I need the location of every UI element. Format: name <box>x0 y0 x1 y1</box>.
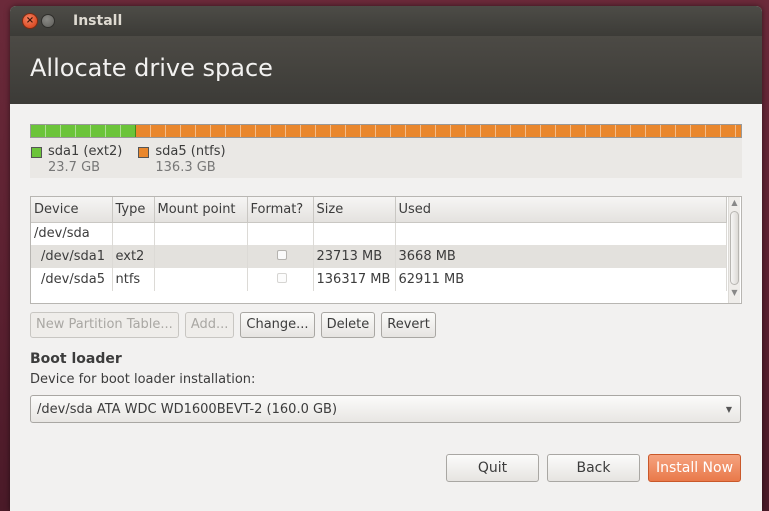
disk-usage-bar <box>30 124 742 138</box>
column-header-mount[interactable]: Mount point <box>154 197 248 223</box>
add-partition-button[interactable]: Add... <box>184 312 235 338</box>
table-row[interactable]: /dev/sda1 ext2 23713 MB 3668 MB <box>31 245 727 268</box>
table-row[interactable]: /dev/sda5 ntfs 136317 MB 62911 MB <box>31 268 727 291</box>
title-bar: × Install <box>10 6 762 36</box>
column-header-used[interactable]: Used <box>395 197 727 223</box>
partition-button-row: New Partition Table... Add... Change... … <box>30 312 742 338</box>
legend-item-sda5: sda5 (ntfs) 136.3 GB <box>138 144 226 175</box>
disk-legend: sda1 (ext2) 23.7 GB sda5 (ntfs) 136.3 GB <box>30 138 742 175</box>
cell-type <box>112 222 155 245</box>
disk-legend-area: sda1 (ext2) 23.7 GB sda5 (ntfs) 136.3 GB <box>30 138 742 178</box>
disk-segment-sda5 <box>136 125 741 137</box>
format-checkbox[interactable] <box>276 273 287 283</box>
scroll-up-icon[interactable]: ▲ <box>729 197 740 209</box>
cell-size: 136317 MB <box>313 268 396 291</box>
legend-size: 23.7 GB <box>48 160 101 175</box>
cell-used: 3668 MB <box>395 245 727 268</box>
column-header-device[interactable]: Device <box>31 197 113 223</box>
legend-swatch-sda1 <box>31 147 42 158</box>
cell-device: /dev/sda5 <box>31 268 113 291</box>
cell-used <box>395 222 727 245</box>
table-header-row: Device Type Mount point Format? Size Use… <box>31 197 727 223</box>
format-checkbox[interactable] <box>276 250 287 260</box>
boot-loader-label: Device for boot loader installation: <box>30 372 256 387</box>
delete-partition-button[interactable]: Delete <box>320 312 376 338</box>
close-icon[interactable]: × <box>22 13 38 29</box>
window-title: Install <box>73 13 123 29</box>
boot-loader-device-select[interactable]: /dev/sda ATA WDC WD1600BEVT-2 (160.0 GB)… <box>30 395 741 423</box>
legend-item-sda1: sda1 (ext2) 23.7 GB <box>31 144 122 175</box>
change-partition-button[interactable]: Change... <box>240 312 315 338</box>
install-now-button[interactable]: Install Now <box>648 454 741 482</box>
legend-name: sda5 (ntfs) <box>155 144 226 159</box>
back-button[interactable]: Back <box>547 454 640 482</box>
new-partition-table-button[interactable]: New Partition Table... <box>30 312 179 338</box>
column-header-size[interactable]: Size <box>313 197 396 223</box>
footer-buttons: Quit Back Install Now <box>446 454 741 482</box>
cell-mount <box>154 222 248 245</box>
legend-name: sda1 (ext2) <box>48 144 123 159</box>
table-scrollbar[interactable]: ▲ ▼ <box>728 197 740 303</box>
partition-table: Device Type Mount point Format? Size Use… <box>30 196 742 304</box>
cell-format <box>247 222 314 245</box>
cell-mount <box>154 268 248 291</box>
cell-format <box>247 268 314 291</box>
cell-device: /dev/sda1 <box>31 245 113 268</box>
cell-type: ext2 <box>112 245 155 268</box>
boot-loader-selected-value: /dev/sda ATA WDC WD1600BEVT-2 (160.0 GB) <box>37 401 338 417</box>
cell-type: ntfs <box>112 268 155 291</box>
table-row[interactable]: /dev/sda <box>31 222 727 245</box>
dropdown-arrow-icon: ▼ <box>725 404 732 414</box>
scroll-down-icon[interactable]: ▼ <box>729 287 740 299</box>
legend-swatch-sda5 <box>138 147 150 158</box>
revert-button[interactable]: Revert <box>381 312 436 338</box>
cell-used: 62911 MB <box>395 268 727 291</box>
minimize-icon[interactable] <box>41 14 55 28</box>
legend-size: 136.3 GB <box>155 160 216 175</box>
scroll-thumb[interactable] <box>730 211 739 285</box>
column-header-format[interactable]: Format? <box>247 197 314 223</box>
main-content: sda1 (ext2) 23.7 GB sda5 (ntfs) 136.3 GB <box>10 124 762 423</box>
column-header-type[interactable]: Type <box>112 197 155 223</box>
page-title: Allocate drive space <box>10 36 762 104</box>
quit-button[interactable]: Quit <box>446 454 539 482</box>
cell-size <box>313 222 396 245</box>
disk-segment-sda1 <box>31 125 137 137</box>
cell-size: 23713 MB <box>313 245 396 268</box>
cell-format <box>247 245 314 268</box>
cell-mount <box>154 245 248 268</box>
install-window: × Install Allocate drive space sda1 (ext… <box>10 6 762 511</box>
cell-device: /dev/sda <box>31 222 113 245</box>
boot-loader-heading: Boot loader <box>30 351 122 367</box>
